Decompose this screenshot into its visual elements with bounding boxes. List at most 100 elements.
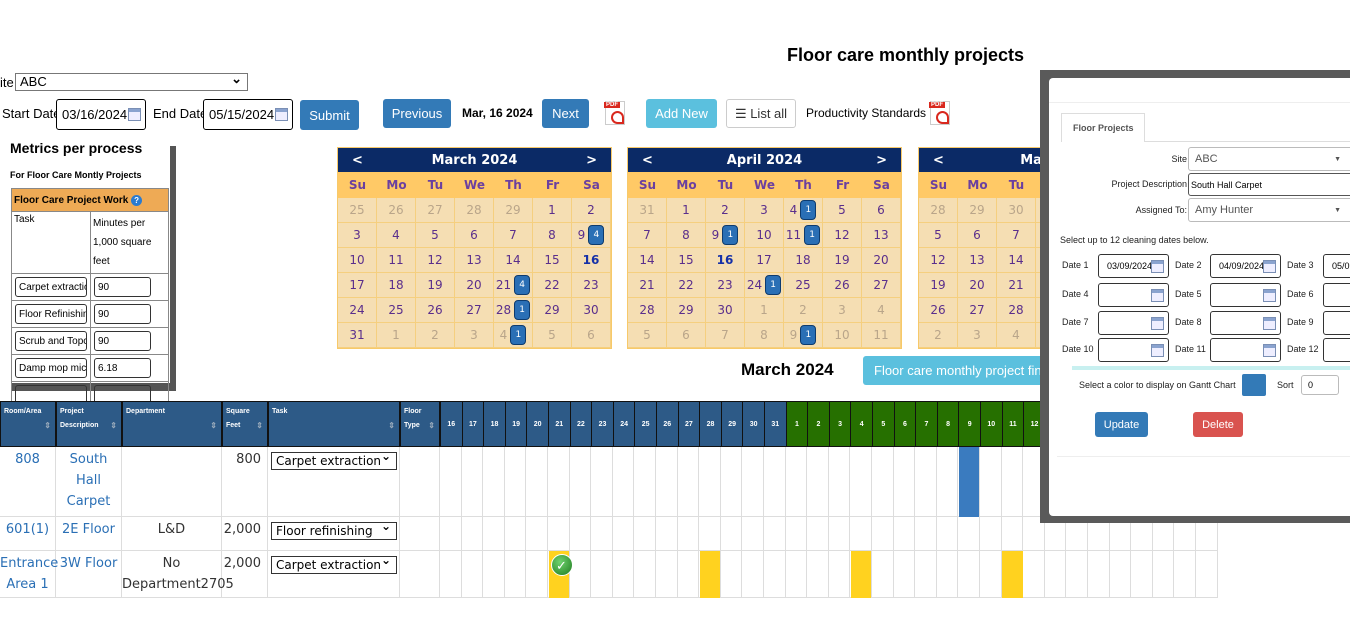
calendar-day[interactable]: 13 (455, 248, 494, 273)
calendar-day[interactable]: 20 (862, 248, 901, 273)
calendar-day[interactable]: 21 4 (494, 273, 533, 298)
day-cell[interactable] (1196, 551, 1218, 598)
day-cell[interactable] (1023, 551, 1045, 598)
event-count-badge[interactable]: 1 (514, 300, 531, 320)
calendar-day[interactable]: 16 (572, 248, 611, 273)
day-cell[interactable] (483, 517, 505, 551)
minutes-input[interactable]: 6.18 (94, 358, 151, 378)
day-cell[interactable] (720, 551, 743, 598)
calendar-day[interactable]: 5 (823, 198, 862, 223)
calendar-day[interactable]: 3 (823, 298, 862, 323)
day-cell[interactable] (677, 447, 700, 517)
calendar-day[interactable]: 2 (572, 198, 611, 223)
day-cell[interactable] (742, 551, 764, 598)
calendar-day[interactable]: 20 (958, 273, 997, 298)
task-input[interactable]: Damp mop microfiber (15, 358, 87, 378)
event-count-badge[interactable]: 1 (722, 225, 739, 245)
gantt-bar[interactable] (958, 447, 980, 517)
day-cell[interactable] (872, 447, 894, 517)
calendar-day[interactable]: 2 (919, 323, 958, 348)
day-cell[interactable] (872, 551, 894, 598)
calendar-day[interactable]: 10 (338, 248, 377, 273)
calendar-day[interactable]: 21 (997, 273, 1036, 298)
calendar-day[interactable]: 26 (919, 298, 958, 323)
help-icon[interactable]: ? (131, 194, 143, 206)
day-cell[interactable] (958, 551, 980, 598)
calendar-day[interactable]: 7 (997, 223, 1036, 248)
calendar-day[interactable]: 28 1 (494, 298, 533, 323)
sort-icon[interactable]: ⇕ (210, 419, 217, 433)
productivity-standards-link[interactable]: Productivity Standards (806, 106, 926, 120)
calendar-day[interactable]: 13 (862, 223, 901, 248)
calendar-day[interactable]: 94 (572, 223, 611, 248)
calendar-day[interactable]: 41 (784, 198, 823, 223)
day-cell[interactable] (936, 517, 959, 551)
calendar-day[interactable]: 24 1 (745, 273, 784, 298)
calendar-day[interactable]: 30 (572, 298, 611, 323)
gantt-bar[interactable]: ✓ (548, 551, 573, 598)
calendar-day[interactable]: 3 (338, 223, 377, 248)
day-cell[interactable] (936, 551, 959, 598)
calendar-day[interactable]: 18 (377, 273, 416, 298)
calendar-day[interactable]: 7 (628, 223, 667, 248)
calendar-day[interactable]: 3 (958, 323, 997, 348)
update-button[interactable]: Update (1095, 412, 1148, 437)
calendar-day[interactable]: 4 (377, 223, 416, 248)
project-description-cell[interactable]: South Hall Carpet (56, 447, 122, 517)
day-cell[interactable] (548, 517, 570, 551)
column-header-project-description[interactable]: Project Description ⇕ (56, 401, 122, 447)
calendar-day[interactable]: 28 (455, 198, 494, 223)
day-cell[interactable] (699, 447, 721, 517)
column-header-floor-type[interactable]: Floor Type ⇕ (400, 401, 440, 447)
calendar-day[interactable]: 5 (416, 223, 455, 248)
column-header-department[interactable]: Department ⇕ (122, 401, 222, 447)
day-cell[interactable] (526, 447, 548, 517)
day-cell[interactable] (440, 517, 462, 551)
event-count-badge[interactable]: 1 (800, 200, 817, 220)
day-cell[interactable] (764, 551, 786, 598)
day-cell[interactable] (504, 447, 527, 517)
calendar-day[interactable]: 16 (706, 248, 745, 273)
calendar-icon[interactable] (1263, 259, 1276, 273)
calendar-day[interactable]: 21 (628, 273, 667, 298)
calendar-day[interactable]: 5 (628, 323, 667, 348)
calendar-day[interactable]: 22 (667, 273, 706, 298)
calendar-day[interactable]: 25 (784, 273, 823, 298)
day-cell[interactable] (893, 447, 916, 517)
site-select[interactable]: ABC ⌄ (15, 71, 248, 91)
date-input[interactable] (1098, 283, 1169, 307)
calendar-day[interactable]: 14 (997, 248, 1036, 273)
calendar-day[interactable]: 14 (494, 248, 533, 273)
day-cell[interactable] (612, 447, 635, 517)
add-new-button[interactable]: Add New (646, 99, 717, 128)
calendar-day[interactable]: 2 (784, 298, 823, 323)
day-cell[interactable] (461, 517, 484, 551)
day-cell[interactable] (526, 517, 548, 551)
date-input[interactable]: 05/09/2024 (1323, 254, 1350, 278)
modal-site-select[interactable]: ABC ▼ (1188, 147, 1350, 171)
calendar-day[interactable]: 19 (919, 273, 958, 298)
calendar-icon[interactable] (1151, 259, 1164, 273)
task-select[interactable]: Carpet extraction (271, 449, 397, 470)
gantt-bar[interactable] (850, 551, 872, 598)
calendar-day[interactable]: 11 (862, 323, 901, 348)
calendar-day[interactable]: 6 (958, 223, 997, 248)
calendar-day[interactable]: 28 (628, 298, 667, 323)
minutes-input[interactable]: 90 (94, 277, 151, 297)
day-cell[interactable] (591, 551, 613, 598)
prev-month-button[interactable]: < (642, 153, 653, 168)
calendar-day[interactable]: 22 (533, 273, 572, 298)
day-cell[interactable] (764, 447, 786, 517)
calendar-day[interactable]: 27 (958, 298, 997, 323)
calendar-day[interactable]: 14 (628, 248, 667, 273)
day-cell[interactable] (828, 517, 851, 551)
calendar-day[interactable]: 2 (706, 198, 745, 223)
day-cell[interactable] (742, 447, 764, 517)
column-header-room-area[interactable]: Room/Area ⇕ (0, 401, 56, 447)
day-cell[interactable] (742, 517, 764, 551)
day-cell[interactable] (720, 517, 743, 551)
calendar-day[interactable]: 1 (377, 323, 416, 348)
column-header-square-feet[interactable]: Square Feet ⇕ (222, 401, 268, 447)
next-month-button[interactable]: > (586, 153, 597, 168)
day-cell[interactable] (893, 551, 916, 598)
